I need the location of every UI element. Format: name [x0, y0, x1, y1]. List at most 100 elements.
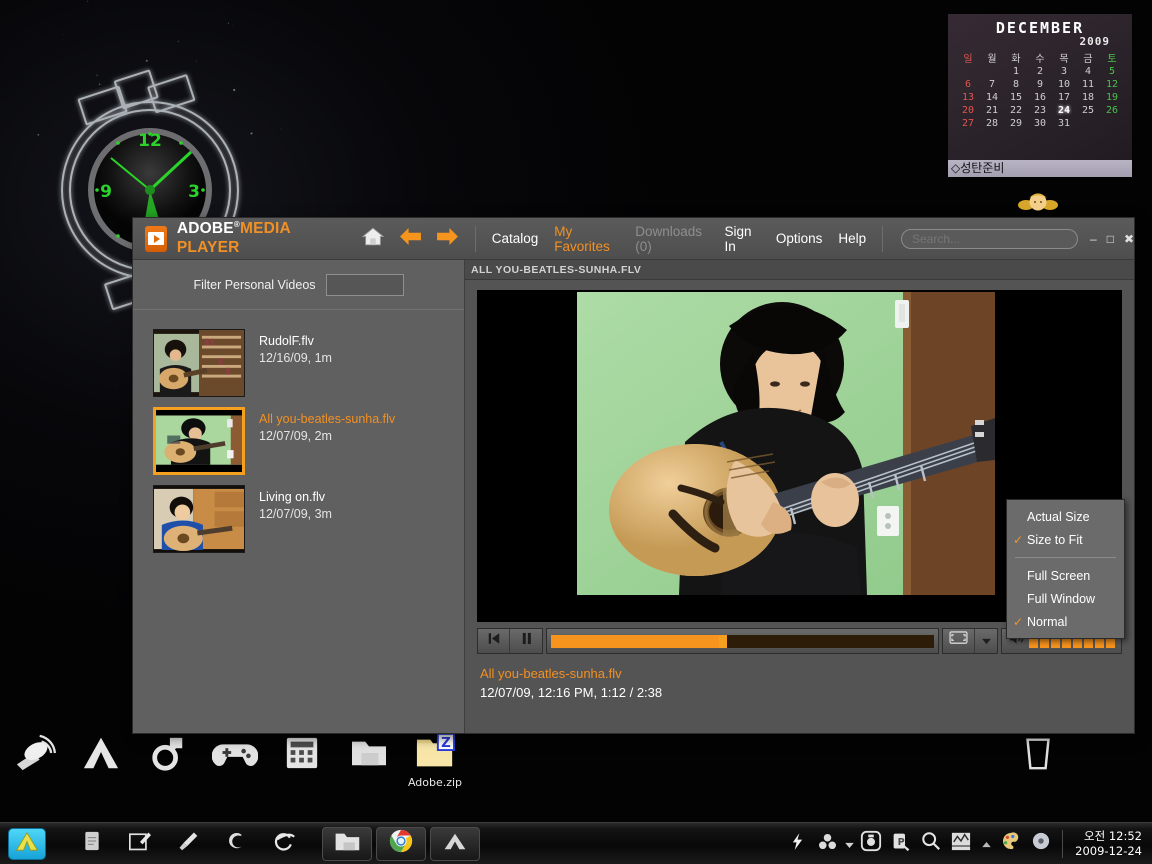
context-menu-item-full-window[interactable]: Full Window [1007, 587, 1124, 610]
video-thumbnail [153, 485, 245, 553]
menu-downloads[interactable]: Downloads (0) [635, 224, 708, 254]
calendar-day-28[interactable]: 28 [980, 117, 1004, 130]
desktop-icon-trash-bin[interactable] [1006, 730, 1070, 778]
desktop-icon-satellite-dish[interactable] [2, 730, 66, 778]
context-menu-item-actual-size[interactable]: Actual Size [1007, 505, 1124, 528]
calendar-day-15[interactable]: 15 [1004, 91, 1028, 104]
previous-button[interactable] [478, 629, 510, 653]
desktop-icon-adobe-zip[interactable]: Z Adobe.zip [402, 728, 468, 789]
menu-catalog[interactable]: Catalog [492, 231, 539, 246]
calendar-day-27[interactable]: 27 [956, 117, 980, 130]
desktop-icon-spiral-arrow[interactable] [136, 730, 200, 778]
calendar-day-7[interactable]: 7 [980, 78, 1004, 91]
calendar-day-header: 화 [1011, 54, 1021, 65]
calendar-day-empty [980, 65, 1004, 78]
menu-my-favorites[interactable]: My Favorites [554, 224, 619, 254]
seek-progress-fill [551, 634, 724, 648]
menu-help[interactable]: Help [838, 231, 866, 246]
calendar-day-4[interactable]: 4 [1076, 65, 1100, 78]
quicklaunch-clean[interactable] [164, 826, 212, 862]
video-thumbnail [153, 329, 245, 397]
calendar-day-17[interactable]: 17 [1052, 91, 1076, 104]
quicklaunch-internet-explorer[interactable] [260, 826, 308, 862]
calendar-week-row: 27 28 29 30 31 [956, 117, 1124, 130]
calendar-day-12[interactable]: 12 [1100, 78, 1124, 91]
calendar-day-16[interactable]: 16 [1028, 91, 1052, 104]
desktop-icon-folder[interactable] [337, 730, 401, 778]
desktop-icon-calculator[interactable] [270, 730, 334, 778]
tray-palette[interactable] [996, 828, 1026, 860]
calendar-day-18[interactable]: 18 [1076, 91, 1100, 104]
calendar-day-5[interactable]: 5 [1100, 65, 1124, 78]
seek-bar[interactable] [551, 634, 934, 648]
calendar-day-2[interactable]: 2 [1028, 65, 1052, 78]
tray-pen-tool[interactable]: P [886, 828, 916, 860]
calendar-day-13[interactable]: 13 [956, 91, 980, 104]
context-menu-item-size-to-fit[interactable]: ✓ Size to Fit [1007, 528, 1124, 551]
screen-size-button[interactable] [943, 629, 975, 653]
calendar-day-10[interactable]: 10 [1052, 78, 1076, 91]
page-title: ALL YOU-BEATLES-SUNHA.FLV [471, 263, 642, 276]
context-menu-item-normal[interactable]: ✓ Normal [1007, 610, 1124, 633]
tray-search[interactable] [916, 828, 946, 860]
calendar-day-24[interactable]: 24 [1052, 104, 1076, 117]
video-meta: Living on.flv 12/07/09, 3m [259, 485, 332, 523]
menu-sign-in[interactable]: Sign In [725, 224, 760, 254]
screen-size-icon [949, 631, 968, 651]
calendar-day-20[interactable]: 20 [956, 104, 980, 117]
taskbar-adobe-media-player-window[interactable] [430, 826, 480, 861]
quicklaunch-spiral[interactable] [212, 826, 260, 862]
calendar-day-21[interactable]: 21 [980, 104, 1004, 117]
forward-button[interactable] [436, 227, 459, 251]
calendar-day-8[interactable]: 8 [1004, 78, 1028, 91]
desktop-icon-gamepad[interactable] [203, 730, 267, 778]
context-menu-item-full-screen[interactable]: Full Screen [1007, 564, 1124, 587]
calendar-day-23[interactable]: 23 [1028, 104, 1052, 117]
tray-disc[interactable] [1026, 828, 1056, 860]
taskbar-chrome-window[interactable] [376, 826, 426, 861]
calendar-day-25[interactable]: 25 [1076, 104, 1100, 117]
calendar-day-19[interactable]: 19 [1100, 91, 1124, 104]
calendar-day-31[interactable]: 31 [1052, 117, 1076, 130]
calendar-day-26[interactable]: 26 [1100, 104, 1124, 117]
start-button[interactable] [8, 827, 46, 860]
minimize-button[interactable]: – [1090, 233, 1097, 245]
home-button[interactable] [361, 226, 385, 252]
back-button[interactable] [399, 227, 422, 251]
menu-options[interactable]: Options [776, 231, 823, 246]
calendar-year: 2009 [1079, 35, 1110, 48]
tray-monitor-graph[interactable] [946, 828, 976, 860]
taskbar-explorer-window[interactable] [322, 826, 372, 861]
calendar-day-11[interactable]: 11 [1076, 78, 1100, 91]
calendar-day-1[interactable]: 1 [1004, 65, 1028, 78]
video-thumbnail [153, 407, 245, 475]
seek-handle[interactable] [719, 634, 728, 648]
tray-power-lightning[interactable] [782, 828, 812, 860]
tray-capture-tool[interactable] [856, 828, 886, 860]
close-button[interactable]: ✖ [1124, 233, 1134, 245]
quicklaunch-notes[interactable] [68, 826, 116, 862]
quicklaunch-edit[interactable] [116, 826, 164, 862]
display-mode-dropdown[interactable] [975, 629, 997, 653]
list-item[interactable]: All you-beatles-sunha.flv 12/07/09, 2m [133, 402, 464, 480]
tray-overflow-chevron[interactable] [842, 828, 856, 860]
list-item[interactable]: RudolF.flv 12/16/09, 1m [133, 324, 464, 402]
pause-button[interactable] [510, 629, 542, 653]
maximize-button[interactable]: □ [1107, 233, 1114, 245]
taskbar-clock[interactable]: 오전 12:52 2009-12-24 [1069, 829, 1152, 859]
desktop-icon-adobe[interactable] [69, 730, 133, 778]
calendar-day-14[interactable]: 14 [980, 91, 1004, 104]
calendar-day-9[interactable]: 9 [1028, 78, 1052, 91]
calendar-day-6[interactable]: 6 [956, 78, 980, 91]
tray-expand[interactable] [976, 828, 996, 860]
filter-input[interactable] [325, 273, 404, 296]
search-input[interactable] [901, 228, 1078, 249]
calendar-day-30[interactable]: 30 [1028, 117, 1052, 130]
list-item[interactable]: Living on.flv 12/07/09, 3m [133, 480, 464, 558]
calendar-day-3[interactable]: 3 [1052, 65, 1076, 78]
folder-icon [337, 730, 401, 776]
calendar-day-29[interactable]: 29 [1004, 117, 1028, 130]
calculator-icon [270, 730, 334, 776]
calendar-day-22[interactable]: 22 [1004, 104, 1028, 117]
tray-cluster-dots[interactable] [812, 828, 842, 860]
